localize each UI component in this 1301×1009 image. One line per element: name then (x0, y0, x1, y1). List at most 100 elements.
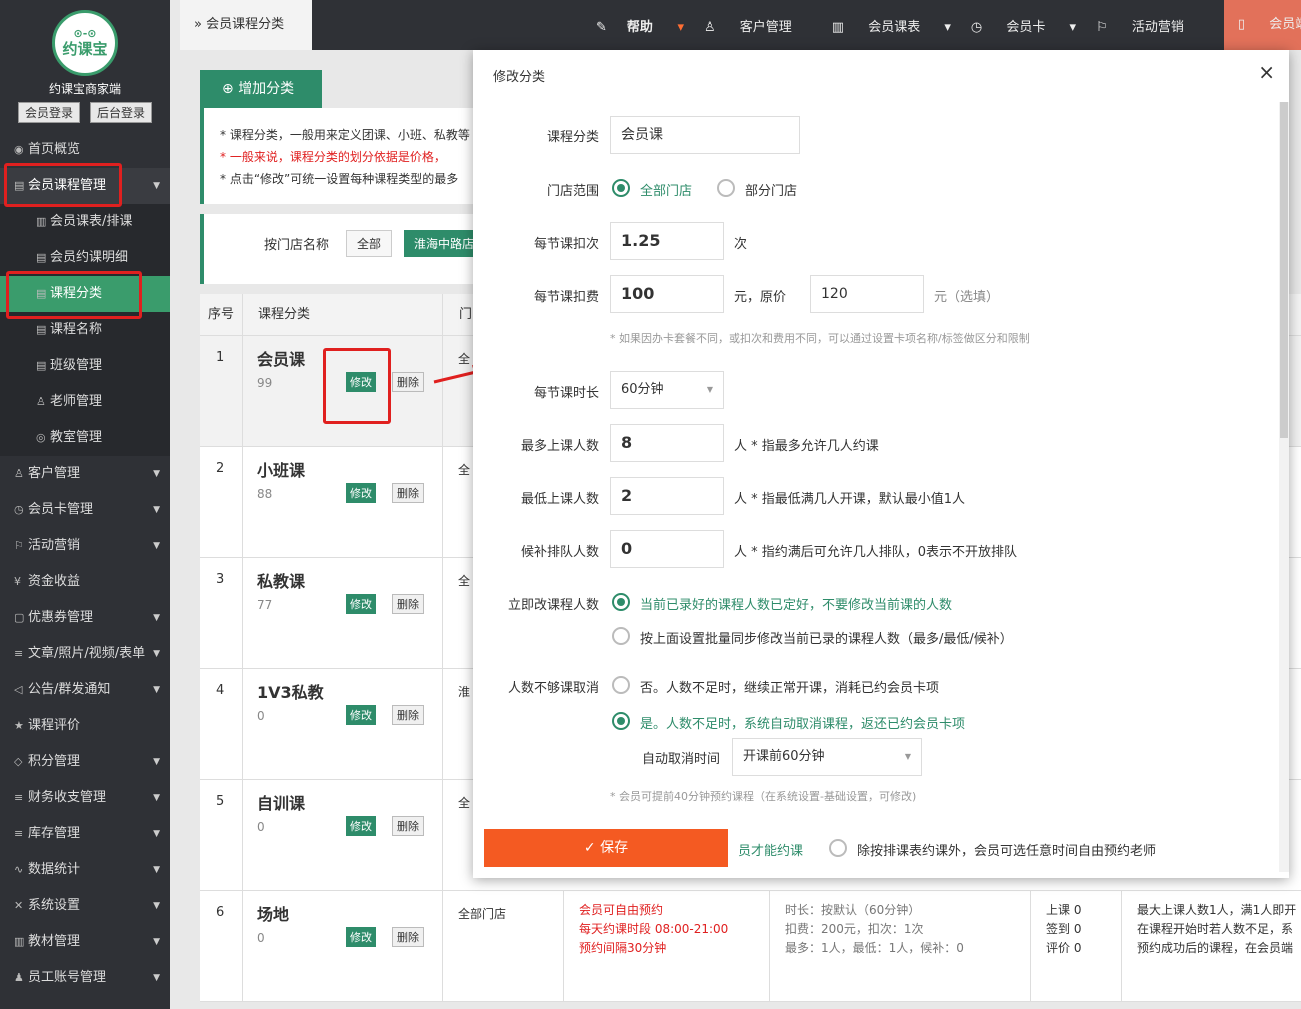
cancel-opt1-radio[interactable] (612, 676, 630, 694)
double-chevron-icon: » (194, 17, 202, 32)
min-input[interactable]: 2 (610, 477, 724, 515)
deduct-times-input[interactable]: 1.25 (610, 222, 724, 260)
sidebar-item-inventory[interactable]: ≡ 库存管理 ▼ (0, 816, 170, 852)
auto-cancel-select[interactable]: 开课前60分钟 ▼ (732, 738, 922, 776)
delete-button[interactable]: 删除 (392, 705, 424, 725)
store-part-label: 部分门店 (745, 184, 798, 199)
sidebar-item-content[interactable]: ≡ 文章/照片/视频/表单 ▼ (0, 636, 170, 672)
edit-button[interactable]: 修改 (346, 594, 376, 614)
caret-down-icon: ▼ (153, 613, 160, 623)
top-nav-customer[interactable]: ♙ 客户管理 (704, 16, 812, 35)
sidebar-item-stats[interactable]: ∿ 数据统计 ▼ (0, 852, 170, 888)
caret-down-icon: ▼ (153, 757, 160, 767)
filter-all-button[interactable]: 全部 (346, 230, 393, 257)
top-bar: » 会员课程分类 ✎ 帮助 ▾ ♙ 客户管理 ▥ 会员课表 ▾ ◷ 会员卡 ▾ ⚐… (180, 0, 1301, 50)
delete-button[interactable]: 删除 (392, 483, 424, 503)
user-icon: ♙ (36, 395, 46, 408)
sidebar-item-card[interactable]: ◷ 会员卡管理 ▼ (0, 492, 170, 528)
diamond-icon: ◇ (14, 755, 23, 768)
add-category-button[interactable]: ⊕ 增加分类 (200, 70, 322, 108)
top-nav-help[interactable]: ✎ 帮助 ▾ (596, 16, 684, 35)
logo-text: 约课宝 (62, 40, 108, 58)
booking-info: 会员可自由预约 每天约课时段 08:00-21:00 预约间隔30分钟 (579, 903, 729, 955)
sidebar-item-customer[interactable]: ♙ 客户管理 ▼ (0, 456, 170, 492)
edit-category-dialog: 修改分类 × 课程分类 会员课 门店范围 全部门店 部分门店 每节课扣次 1.2… (473, 50, 1289, 878)
sidebar-item-teacher[interactable]: ♙ 老师管理 (0, 384, 170, 420)
highlight-box (6, 271, 142, 319)
edit-button[interactable]: 修改 (346, 705, 376, 725)
sidebar-item-class[interactable]: ▤ 班级管理 (0, 348, 170, 384)
sidebar-item-points[interactable]: ◇ 积分管理 ▼ (0, 744, 170, 780)
admin-login-button[interactable]: 后台登录 (90, 102, 153, 123)
store-all-label: 全部门店 (640, 184, 693, 199)
sidebar-item-review[interactable]: ★ 课程评价 (0, 708, 170, 744)
sidebar-item-staff[interactable]: ♟ 员工账号管理 ▼ (0, 960, 170, 996)
store-scope-label: 门店范围 (546, 184, 599, 199)
tip-line: * 点击“修改”可统一设置每种课程类型的最多 (220, 172, 459, 186)
tip-line: * 课程分类，一般用来定义团课、小班、私教等 (220, 128, 470, 142)
delete-button[interactable]: 删除 (392, 816, 424, 836)
clock-icon: ◷ (14, 503, 24, 516)
scrollbar-thumb[interactable] (1280, 102, 1288, 438)
sliders-icon: ≡ (14, 647, 24, 660)
caret-down-icon: ▼ (153, 649, 160, 659)
wait-input[interactable]: 0 (610, 530, 724, 568)
save-button[interactable]: ✓ 保存 (484, 829, 728, 867)
caret-down-icon: ▼ (153, 901, 160, 911)
store-part-radio[interactable] (717, 179, 735, 197)
book-icon: ▥ (831, 19, 845, 35)
sidebar-item-settings[interactable]: ✕ 系统设置 ▼ (0, 888, 170, 924)
dialog-scrollbar[interactable] (1279, 102, 1289, 872)
duration-label: 每节课时长 (533, 386, 599, 401)
row-name: 自训课 (257, 794, 306, 813)
max-input[interactable]: 8 (610, 424, 724, 462)
sidebar-item-funds[interactable]: ¥ 资金收益 (0, 564, 170, 600)
speaker-icon: ◁ (14, 683, 23, 696)
sidebar-item-coupon[interactable]: ▢ 优惠券管理 ▼ (0, 600, 170, 636)
cancel-opt2-radio[interactable] (612, 712, 630, 730)
edit-button[interactable]: 修改 (346, 927, 376, 947)
sliders-icon: ≡ (14, 827, 24, 840)
top-nav-card[interactable]: ◷ 会员卡 ▾ (971, 16, 1076, 35)
sidebar-item-classroom[interactable]: ◎ 教室管理 (0, 420, 170, 456)
cancel-label: 人数不够课取消 (507, 681, 599, 696)
tip-line: * 一般来说，课程分类的划分依据是价格， (220, 150, 446, 164)
row-name: 场地 (257, 905, 290, 924)
sidebar-item-marketing[interactable]: ⚐ 活动营销 ▼ (0, 528, 170, 564)
sidebar-item-notice[interactable]: ◁ 公告/群发通知 ▼ (0, 672, 170, 708)
original-price-input[interactable]: 120 (810, 275, 924, 313)
document-icon: ▤ (36, 359, 47, 372)
top-nav: ✎ 帮助 ▾ ♙ 客户管理 ▥ 会员课表 ▾ ◷ 会员卡 ▾ ⚐ 活动营销 ▯ 会… (596, 0, 1301, 50)
tips-box: * 课程分类，一般用来定义团课、小班、私教等 * 一般来说，课程分类的划分依据是… (200, 108, 500, 204)
rules-info: 时长：按默认（60分钟） 扣费：200元，扣次：1次 最多：1人，最低：1人，候… (785, 903, 964, 955)
store-all-radio[interactable] (612, 179, 630, 197)
top-nav-schedule[interactable]: ▥ 会员课表 ▾ (832, 16, 951, 35)
delete-button[interactable]: 删除 (392, 927, 424, 947)
sidebar-item-schedule[interactable]: ▥ 会员课表/排课 (0, 204, 170, 240)
max-hint: 人 * 指最多允许几人约课 (734, 439, 879, 454)
free-booking-radio[interactable] (829, 839, 847, 857)
edit-button[interactable]: 修改 (346, 483, 376, 503)
row-name: 会员课 (257, 350, 306, 369)
max-label: 最多上课人数 (520, 439, 599, 454)
check-icon: ✓ (583, 840, 596, 856)
sidebar-item-finance[interactable]: ≡ 财务收支管理 ▼ (0, 780, 170, 816)
delete-button[interactable]: 删除 (392, 372, 424, 392)
duration-select[interactable]: 60分钟 ▼ (610, 371, 724, 409)
change-opt2-label: 按上面设置批量同步修改当前已录的课程人数（最多/最低/候补） (640, 632, 1013, 647)
member-login-button[interactable]: 会员登录 (18, 102, 81, 123)
top-nav-marketing[interactable]: ⚐ 活动营销 (1096, 16, 1204, 35)
filter-store-button[interactable]: 淮海中路店 (404, 230, 485, 257)
category-input[interactable]: 会员课 (610, 116, 800, 154)
sidebar-item-materials[interactable]: ▥ 教材管理 ▼ (0, 924, 170, 960)
star-icon: ★ (14, 719, 24, 732)
edit-button[interactable]: 修改 (346, 816, 376, 836)
delete-button[interactable]: 删除 (392, 594, 424, 614)
close-icon[interactable]: × (1258, 60, 1275, 84)
deduct-fee-input[interactable]: 100 (610, 275, 724, 313)
change-opt1-radio[interactable] (612, 593, 630, 611)
row-name: 私教课 (257, 572, 306, 591)
top-nav-qr[interactable]: ▯ 会员端二维码 (1223, 0, 1301, 50)
auto-cancel-label: 自动取消时间 (641, 752, 720, 767)
change-opt2-radio[interactable] (612, 627, 630, 645)
